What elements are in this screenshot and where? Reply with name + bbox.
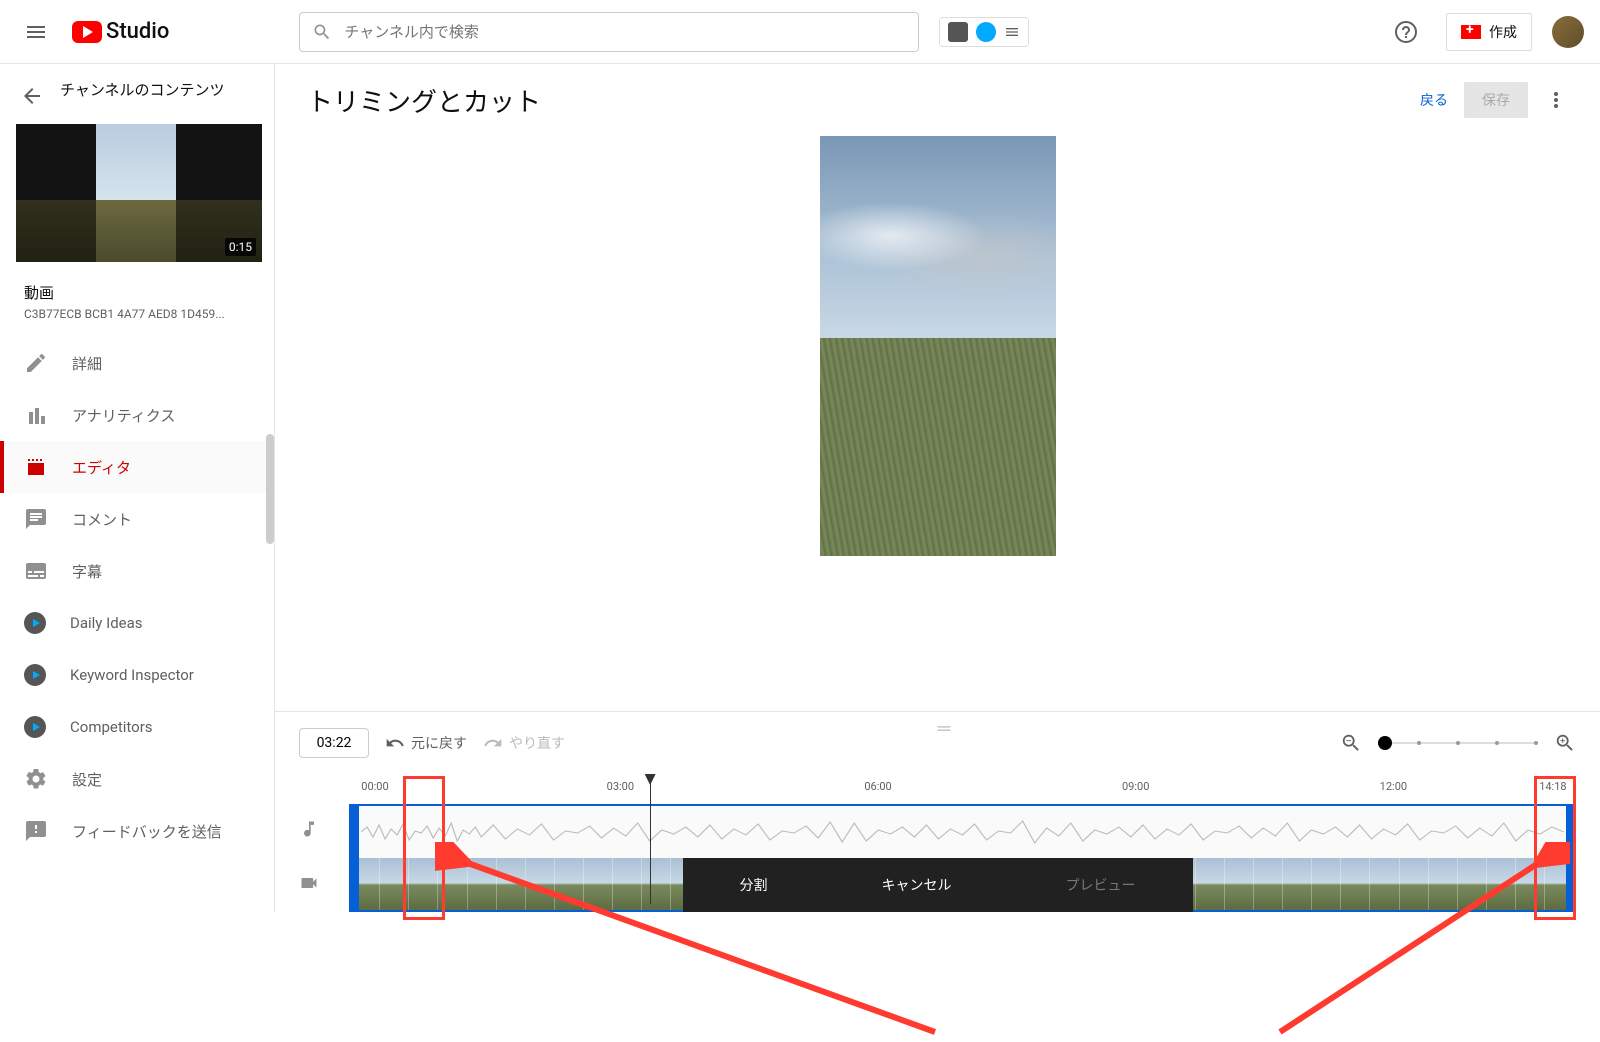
create-button[interactable]: 作成: [1446, 13, 1532, 51]
sidebar-item-details[interactable]: 詳細: [0, 337, 274, 389]
current-time-input[interactable]: [299, 728, 369, 758]
video-preview-area: [275, 136, 1600, 711]
ext-icon: [24, 612, 46, 634]
sidebar-item-analytics[interactable]: アナリティクス: [0, 389, 274, 441]
ext-icon: [24, 664, 46, 686]
nav-label: 字幕: [72, 561, 102, 582]
undo-icon: [385, 733, 405, 753]
subtitles-icon: [24, 559, 48, 583]
playhead[interactable]: [650, 774, 651, 904]
back-arrow-button[interactable]: [20, 84, 44, 108]
zoom-slider[interactable]: [1378, 742, 1538, 744]
bottom-action-bar: 分割 キャンセル プレビュー: [683, 858, 1193, 912]
sidebar-item-editor[interactable]: エディタ: [0, 441, 274, 493]
cancel-button[interactable]: キャンセル: [882, 875, 952, 895]
nav-label: Keyword Inspector: [70, 666, 194, 684]
main-content: トリミングとカット 戻る 保存 元に戻す: [275, 64, 1600, 912]
zoom-in-icon[interactable]: [1554, 732, 1576, 754]
gear-icon: [24, 767, 48, 791]
ext-analytics-icon: [948, 22, 968, 42]
hamburger-icon: [24, 20, 48, 44]
sidebar-item-settings[interactable]: 設定: [0, 753, 274, 805]
search-icon: [312, 22, 332, 42]
hamburger-menu-button[interactable]: [16, 12, 56, 52]
save-button[interactable]: 保存: [1464, 82, 1528, 118]
search-input[interactable]: [344, 23, 906, 41]
video-section-label: 動画: [0, 270, 274, 303]
sidebar-item-comments[interactable]: コメント: [0, 493, 274, 545]
sidebar: チャンネルのコンテンツ 0:15 動画 C3B77ECB BCB1 4A77 A…: [0, 64, 275, 912]
audio-track-icon: [299, 819, 337, 843]
video-track-icon: [299, 873, 337, 897]
sidebar-item-subtitles[interactable]: 字幕: [0, 545, 274, 597]
sidebar-item-feedback[interactable]: フィードバックを送信: [0, 805, 274, 857]
help-icon: [1394, 20, 1418, 44]
nav-label: フィードバックを送信: [72, 821, 222, 842]
zoom-out-icon[interactable]: [1340, 732, 1362, 754]
video-thumbnail[interactable]: 0:15: [16, 124, 262, 262]
zoom-slider-knob[interactable]: [1378, 736, 1392, 750]
youtube-play-icon: [72, 21, 102, 43]
help-button[interactable]: [1386, 12, 1426, 52]
ext-icon: [24, 716, 46, 738]
nav-label: エディタ: [72, 457, 131, 478]
create-camera-icon: [1461, 25, 1481, 39]
ext-menu-icon: [1004, 24, 1020, 40]
redo-icon: [483, 733, 503, 753]
nav-label: 詳細: [72, 353, 102, 374]
nav-label: Competitors: [70, 718, 153, 736]
sidebar-item-keyword-inspector[interactable]: Keyword Inspector: [0, 649, 274, 701]
page-title: トリミングとカット: [307, 82, 541, 119]
scrollbar[interactable]: [266, 434, 274, 544]
nav-label: コメント: [72, 509, 132, 530]
nav-label: アナリティクス: [72, 405, 175, 426]
more-vert-icon[interactable]: [1544, 88, 1568, 112]
create-label: 作成: [1489, 22, 1517, 42]
search-box[interactable]: [299, 12, 919, 52]
undo-button[interactable]: 元に戻す: [385, 733, 467, 753]
pencil-icon: [24, 351, 48, 375]
drag-handle-icon[interactable]: ═: [938, 718, 949, 739]
split-button[interactable]: 分割: [740, 875, 768, 895]
time-ruler: 00:00 03:00 06:00 09:00 12:00 14:18: [349, 780, 1576, 800]
back-link[interactable]: 戻る: [1420, 90, 1448, 110]
trim-handle-left[interactable]: [351, 806, 359, 910]
logo-text: Studio: [106, 19, 169, 44]
nav-label: Daily Ideas: [70, 614, 143, 632]
audio-waveform[interactable]: [351, 806, 1574, 858]
comments-icon: [24, 507, 48, 531]
feedback-icon: [24, 819, 48, 843]
editor-icon: [24, 455, 48, 479]
video-id-text: C3B77ECB BCB1 4A77 AED8 1D459...: [0, 303, 274, 337]
ext-play-icon: [976, 22, 996, 42]
analytics-icon: [24, 403, 48, 427]
header: Studio 作成: [0, 0, 1600, 64]
video-preview[interactable]: [820, 136, 1056, 556]
preview-button[interactable]: プレビュー: [1066, 875, 1136, 895]
studio-logo[interactable]: Studio: [72, 19, 169, 44]
sidebar-item-competitors[interactable]: Competitors: [0, 701, 274, 753]
nav-label: 設定: [72, 769, 102, 790]
redo-button[interactable]: やり直す: [483, 733, 565, 753]
user-avatar[interactable]: [1552, 16, 1584, 48]
trim-handle-right[interactable]: [1566, 806, 1574, 910]
sidebar-item-daily-ideas[interactable]: Daily Ideas: [0, 597, 274, 649]
duration-badge: 0:15: [225, 238, 256, 256]
extension-icons[interactable]: [939, 17, 1029, 47]
channel-content-label: チャンネルのコンテンツ: [60, 80, 225, 101]
